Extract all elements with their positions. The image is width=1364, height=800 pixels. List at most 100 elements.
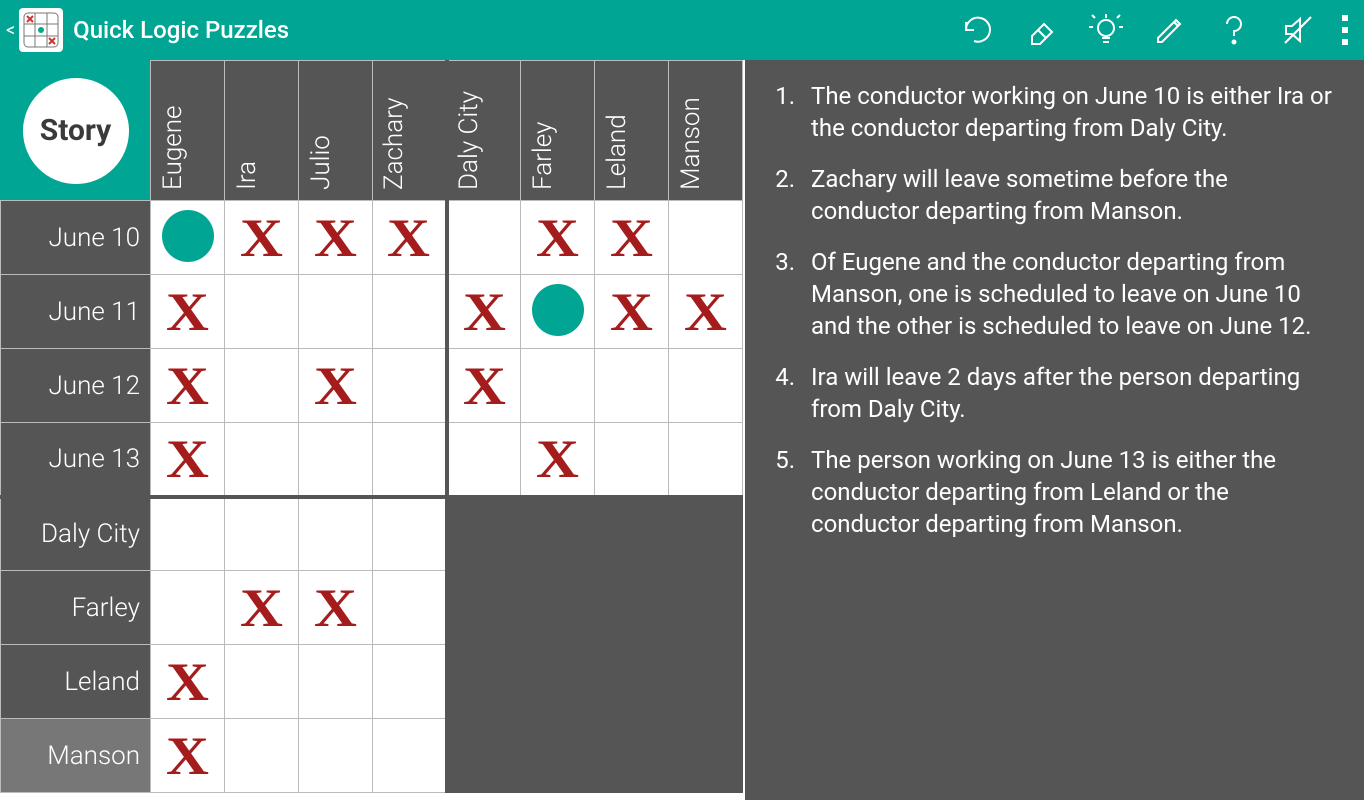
- col-header: Julio: [299, 61, 373, 201]
- grid-cell[interactable]: [373, 497, 447, 571]
- pencil-button[interactable]: [1138, 0, 1202, 60]
- mark-x-icon: X: [463, 285, 506, 339]
- grid-cell[interactable]: [595, 423, 669, 497]
- grid-cell[interactable]: [151, 201, 225, 275]
- row-header: Daly City: [1, 497, 151, 571]
- grid-cell[interactable]: X: [225, 201, 299, 275]
- mark-x-icon: X: [387, 211, 430, 265]
- story-button[interactable]: Story: [23, 78, 129, 184]
- mark-x-icon: X: [314, 211, 357, 265]
- grid-cell[interactable]: [373, 719, 447, 793]
- mark-x-icon: X: [463, 359, 506, 413]
- grid-cell[interactable]: [225, 719, 299, 793]
- grid-cell[interactable]: [373, 645, 447, 719]
- grid-cell[interactable]: X: [151, 645, 225, 719]
- grid-cell[interactable]: [447, 201, 521, 275]
- grid-void: [669, 719, 743, 793]
- grid-void: [447, 645, 521, 719]
- grid-cell[interactable]: [373, 275, 447, 349]
- grid-cell[interactable]: X: [299, 201, 373, 275]
- clue-item[interactable]: Zachary will leave sometime before the c…: [801, 163, 1342, 228]
- grid-cell[interactable]: X: [299, 349, 373, 423]
- row-header: June 12: [1, 349, 151, 423]
- grid-void: [669, 497, 743, 571]
- grid-cell[interactable]: [447, 423, 521, 497]
- row-header: Farley: [1, 571, 151, 645]
- grid-void: [669, 645, 743, 719]
- clue-item[interactable]: The conductor working on June 10 is eith…: [801, 80, 1342, 145]
- grid-cell[interactable]: X: [521, 423, 595, 497]
- grid-void: [447, 497, 521, 571]
- mark-x-icon: X: [166, 432, 209, 486]
- clue-item[interactable]: The person working on June 13 is either …: [801, 444, 1342, 541]
- grid-cell[interactable]: [521, 349, 595, 423]
- row-header: June 10: [1, 201, 151, 275]
- grid-cell[interactable]: [225, 423, 299, 497]
- undo-button[interactable]: [946, 0, 1010, 60]
- clue-panel: The conductor working on June 10 is eith…: [745, 60, 1364, 800]
- grid-cell[interactable]: X: [669, 275, 743, 349]
- grid-cell[interactable]: [151, 571, 225, 645]
- clue-item[interactable]: Ira will leave 2 days after the person d…: [801, 361, 1342, 426]
- grid-cell[interactable]: [669, 349, 743, 423]
- grid-cell[interactable]: [521, 275, 595, 349]
- grid-void: [521, 645, 595, 719]
- grid-cell[interactable]: [225, 497, 299, 571]
- app-title: Quick Logic Puzzles: [73, 16, 289, 44]
- eraser-button[interactable]: [1010, 0, 1074, 60]
- grid-cell[interactable]: [669, 201, 743, 275]
- grid-cell[interactable]: X: [299, 571, 373, 645]
- row-header: June 13: [1, 423, 151, 497]
- grid-cell[interactable]: [595, 349, 669, 423]
- grid-void: [521, 719, 595, 793]
- mark-o-icon: [162, 210, 214, 262]
- grid-cell[interactable]: X: [151, 275, 225, 349]
- grid-cell[interactable]: [299, 275, 373, 349]
- grid-void: [447, 571, 521, 645]
- grid-cell[interactable]: [225, 645, 299, 719]
- back-button[interactable]: <: [6, 20, 15, 41]
- grid-cell[interactable]: X: [151, 719, 225, 793]
- hint-button[interactable]: [1074, 0, 1138, 60]
- grid-void: [521, 497, 595, 571]
- grid-cell[interactable]: X: [151, 423, 225, 497]
- mark-x-icon: X: [166, 655, 209, 709]
- sound-off-button[interactable]: [1266, 0, 1330, 60]
- grid-corner: Story: [1, 61, 151, 201]
- grid-cell[interactable]: X: [225, 571, 299, 645]
- grid-cell[interactable]: X: [595, 275, 669, 349]
- grid-cell[interactable]: [299, 497, 373, 571]
- grid-cell[interactable]: X: [373, 201, 447, 275]
- help-button[interactable]: [1202, 0, 1266, 60]
- grid-cell[interactable]: [299, 719, 373, 793]
- grid-cell[interactable]: [373, 423, 447, 497]
- grid-cell[interactable]: X: [447, 275, 521, 349]
- grid-cell[interactable]: [299, 423, 373, 497]
- grid-cell[interactable]: [225, 349, 299, 423]
- grid-cell[interactable]: [669, 423, 743, 497]
- row-header: Manson: [1, 719, 151, 793]
- grid-cell[interactable]: [151, 497, 225, 571]
- grid-cell[interactable]: X: [595, 201, 669, 275]
- grid-void: [669, 571, 743, 645]
- overflow-menu-button[interactable]: [1330, 15, 1360, 45]
- grid-cell[interactable]: [373, 571, 447, 645]
- grid-cell[interactable]: X: [447, 349, 521, 423]
- grid-cell[interactable]: [299, 645, 373, 719]
- mark-x-icon: X: [536, 432, 579, 486]
- clue-item[interactable]: Of Eugene and the conductor departing fr…: [801, 246, 1342, 343]
- grid-void: [595, 645, 669, 719]
- mark-x-icon: X: [314, 581, 357, 635]
- grid-cell[interactable]: [373, 349, 447, 423]
- col-header: Zachary: [373, 61, 447, 201]
- row-header: Leland: [1, 645, 151, 719]
- mark-x-icon: X: [684, 285, 727, 339]
- grid-cell[interactable]: X: [151, 349, 225, 423]
- col-header: Leland: [595, 61, 669, 201]
- mark-x-icon: X: [610, 211, 653, 265]
- grid-cell[interactable]: X: [521, 201, 595, 275]
- grid-void: [595, 497, 669, 571]
- col-header: Daly City: [447, 61, 521, 201]
- grid-cell[interactable]: [225, 275, 299, 349]
- mark-x-icon: X: [240, 581, 283, 635]
